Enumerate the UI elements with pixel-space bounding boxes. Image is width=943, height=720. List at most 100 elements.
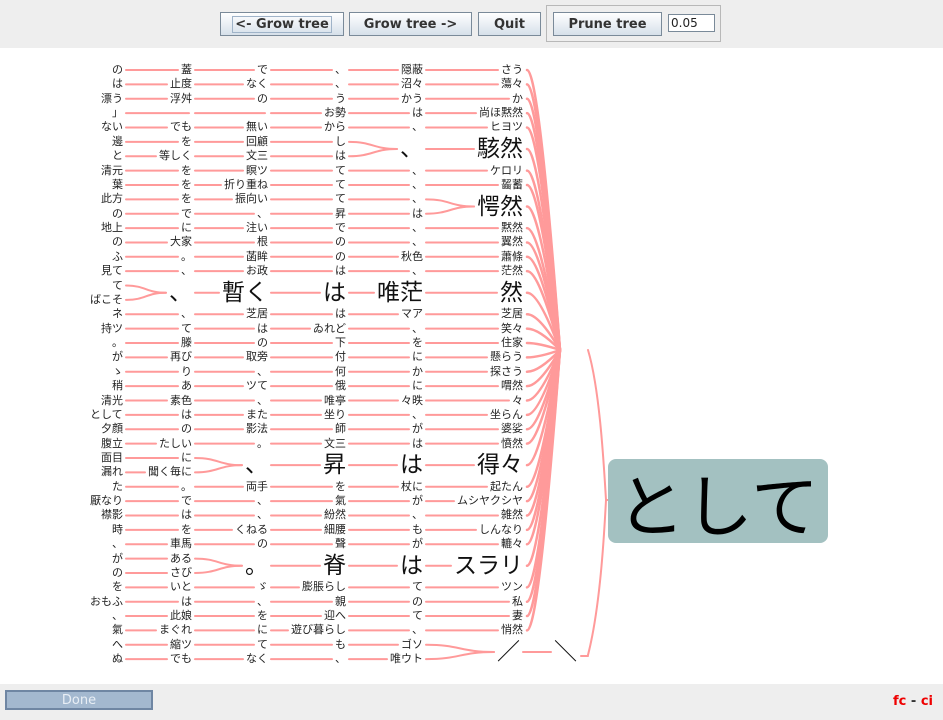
- tree-node[interactable]: 此方: [101, 192, 123, 206]
- tree-node[interactable]: 大家: [170, 235, 192, 249]
- tree-node[interactable]: 聞く毎に: [148, 465, 192, 479]
- tree-node[interactable]: 黙然: [501, 221, 523, 235]
- prune-threshold-input[interactable]: [668, 14, 715, 32]
- prune-tree-button[interactable]: Prune tree: [553, 12, 662, 36]
- tree-node[interactable]: 坐り: [324, 408, 346, 422]
- tree-node[interactable]: ゞ: [257, 580, 268, 594]
- tree-node[interactable]: 」: [112, 106, 123, 120]
- tree-node[interactable]: 、: [257, 207, 268, 221]
- tree-node[interactable]: 細腰: [324, 523, 346, 537]
- tree-node[interactable]: から: [324, 120, 346, 134]
- grow-tree-right-button[interactable]: Grow tree ->: [349, 12, 472, 36]
- tree-node[interactable]: を: [181, 135, 192, 149]
- tree-node[interactable]: ない: [101, 120, 123, 134]
- tree-node[interactable]: 菡眸: [246, 250, 268, 264]
- tree-node[interactable]: は: [181, 595, 192, 609]
- tree-node[interactable]: 瞑ツ: [246, 164, 268, 178]
- tree-node[interactable]: の: [112, 566, 123, 580]
- tree-node[interactable]: の: [181, 422, 192, 436]
- tree-node[interactable]: て: [257, 638, 268, 652]
- tree-node[interactable]: 清光: [101, 394, 123, 408]
- tree-node[interactable]: 腹立: [101, 437, 123, 451]
- tree-node[interactable]: が: [112, 552, 123, 566]
- tree-node[interactable]: に: [181, 451, 192, 465]
- tree-node[interactable]: 蓋: [181, 63, 192, 77]
- tree-node-large[interactable]: 脊: [323, 552, 346, 580]
- tree-node[interactable]: くねる: [235, 523, 268, 537]
- tree-node[interactable]: 。: [257, 437, 268, 451]
- tree-node[interactable]: て: [412, 609, 423, 623]
- tree-node[interactable]: いと: [170, 580, 192, 594]
- tree-node[interactable]: と: [112, 149, 123, 163]
- tree-node[interactable]: ゐれど: [313, 322, 346, 336]
- tree-node[interactable]: 私: [512, 595, 523, 609]
- tree-node[interactable]: おもふ: [90, 595, 123, 609]
- tree-node[interactable]: て: [335, 164, 346, 178]
- tree-node[interactable]: なく: [246, 77, 268, 91]
- tree-node[interactable]: 膨脹らし: [302, 580, 346, 594]
- tree-node[interactable]: 雑然: [501, 508, 523, 522]
- tree-node[interactable]: 隠蔽: [401, 63, 423, 77]
- tree-node[interactable]: ムシヤクシヤ: [457, 494, 523, 508]
- tree-node[interactable]: 、: [412, 408, 423, 422]
- tree-node[interactable]: 唯ウト: [390, 652, 423, 666]
- tree-node[interactable]: 文三: [246, 149, 268, 163]
- tree-node[interactable]: でも: [170, 120, 192, 134]
- tree-node[interactable]: 注い: [246, 221, 268, 235]
- root-node[interactable]: として: [608, 459, 828, 548]
- tree-node[interactable]: し: [335, 135, 346, 149]
- tree-node[interactable]: り: [181, 365, 192, 379]
- tree-node[interactable]: 蕭條: [501, 250, 523, 264]
- tree-node[interactable]: の: [257, 537, 268, 551]
- tree-node[interactable]: しんなり: [479, 523, 523, 537]
- tree-node[interactable]: 、: [335, 63, 346, 77]
- tree-node[interactable]: か: [412, 365, 423, 379]
- tree-node[interactable]: 等しく: [159, 149, 192, 163]
- tree-node[interactable]: ケロリ: [490, 164, 523, 178]
- tree-node[interactable]: 沼々: [401, 77, 423, 91]
- tree-node[interactable]: 氣: [335, 494, 346, 508]
- tree-node[interactable]: あ: [181, 379, 192, 393]
- tree-node-large[interactable]: 駭然: [477, 135, 523, 163]
- tree-node[interactable]: 起たん: [490, 480, 523, 494]
- tree-node[interactable]: が: [412, 494, 423, 508]
- tree-node[interactable]: を: [181, 178, 192, 192]
- tree-node-large[interactable]: 、: [169, 279, 192, 307]
- tree-node[interactable]: 々: [512, 394, 523, 408]
- tree-node[interactable]: 、: [181, 264, 192, 278]
- tree-node[interactable]: の: [112, 207, 123, 221]
- tree-node[interactable]: 、: [412, 235, 423, 249]
- tree-node[interactable]: 両手: [246, 480, 268, 494]
- tree-node[interactable]: 、: [181, 307, 192, 321]
- tree-node[interactable]: 漏れ: [101, 465, 123, 479]
- tree-node[interactable]: ぬ: [112, 652, 123, 666]
- tree-node[interactable]: 翼然: [501, 235, 523, 249]
- tree-node-large[interactable]: 昇: [323, 451, 346, 479]
- tree-node[interactable]: 、: [335, 652, 346, 666]
- tree-node[interactable]: 。: [181, 480, 192, 494]
- tree-node-large[interactable]: 得々: [477, 451, 523, 479]
- tree-node[interactable]: の: [257, 92, 268, 106]
- tree-node[interactable]: 再び: [170, 350, 192, 364]
- tree-node[interactable]: 、: [257, 494, 268, 508]
- tree-node[interactable]: で: [257, 63, 268, 77]
- tree-node[interactable]: は: [257, 322, 268, 336]
- tree-node[interactable]: へ: [112, 638, 123, 652]
- tree-node-large[interactable]: ／: [497, 638, 520, 666]
- tree-node[interactable]: は: [412, 437, 423, 451]
- tree-node[interactable]: 妻: [512, 609, 523, 623]
- tree-node[interactable]: で: [335, 221, 346, 235]
- tree-node[interactable]: に: [412, 379, 423, 393]
- tree-node[interactable]: 、: [412, 508, 423, 522]
- tree-node[interactable]: が: [412, 422, 423, 436]
- tree-node[interactable]: 秋色: [401, 250, 423, 264]
- tree-node[interactable]: ゝ: [112, 365, 123, 379]
- tree-node[interactable]: 親: [335, 595, 346, 609]
- tree-node[interactable]: 葉: [112, 178, 123, 192]
- tree-node[interactable]: お政: [246, 264, 268, 278]
- tree-node[interactable]: 漂う: [101, 92, 123, 106]
- tree-node[interactable]: 影法: [246, 422, 268, 436]
- tree-node[interactable]: 坐らん: [490, 408, 523, 422]
- tree-node[interactable]: も: [335, 638, 346, 652]
- tree-node[interactable]: 氣: [112, 623, 123, 637]
